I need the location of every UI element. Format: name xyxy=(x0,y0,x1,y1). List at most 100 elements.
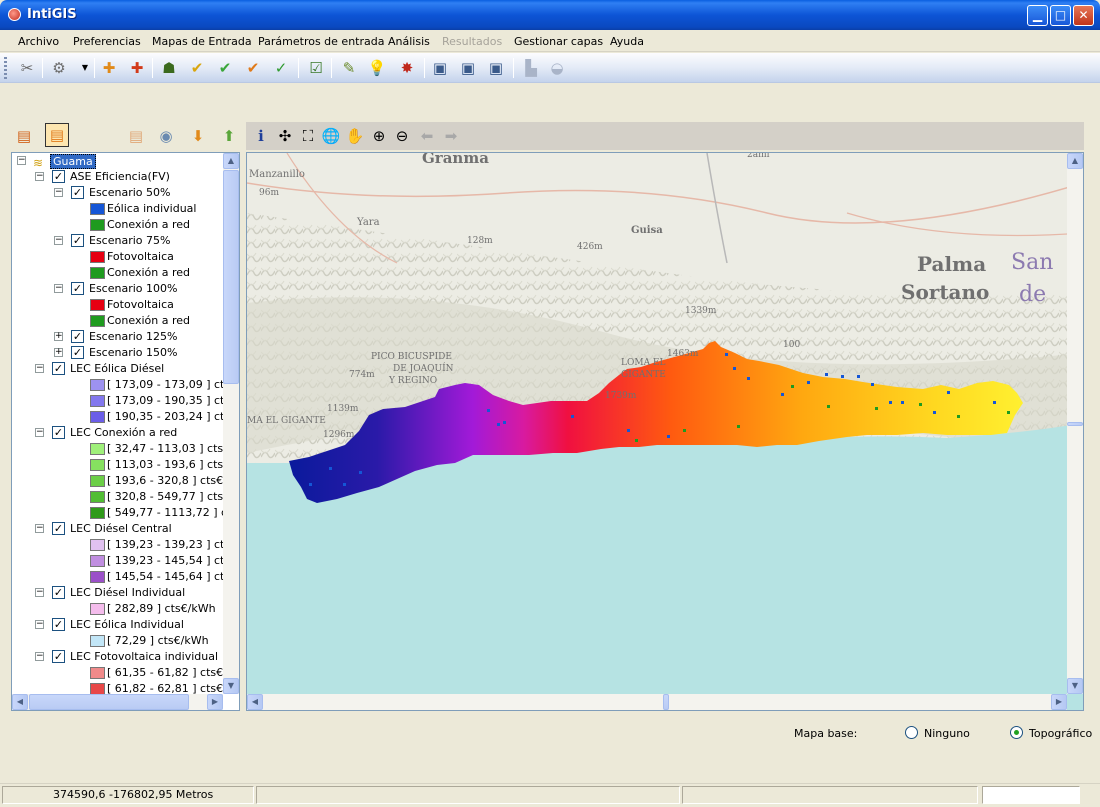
zoom-out-icon[interactable]: ⊖ xyxy=(391,125,413,147)
layer-checkbox[interactable]: ✓ xyxy=(52,586,65,599)
layer-checkbox[interactable]: ✓ xyxy=(71,234,84,247)
layer-checkbox[interactable]: ✓ xyxy=(52,426,65,439)
window-layout-1-icon[interactable]: ▣ xyxy=(429,57,451,79)
pencil-edit-icon[interactable]: ✎ xyxy=(338,57,360,79)
legend-swatch xyxy=(90,251,105,263)
collapse-icon[interactable]: − xyxy=(35,524,44,533)
scroll-left-button[interactable]: ◀ xyxy=(247,694,263,710)
zoom-full-extent-icon[interactable]: ✣ xyxy=(274,125,296,147)
scroll-down-button[interactable]: ▼ xyxy=(223,678,239,694)
legend-swatch xyxy=(90,635,105,647)
scroll-right-button[interactable]: ▶ xyxy=(207,694,223,710)
menu-bar: Archivo Preferencias Mapas de Entrada Pa… xyxy=(0,30,1100,52)
identify-info-icon[interactable]: ℹ xyxy=(250,125,272,147)
remove-layer-icon[interactable]: ▤ xyxy=(125,125,147,147)
layer-checkbox[interactable]: ✓ xyxy=(52,362,65,375)
collapse-icon[interactable]: − xyxy=(35,364,44,373)
layer-checkbox[interactable]: ✓ xyxy=(52,618,65,631)
expand-icon[interactable]: + xyxy=(54,348,63,357)
place-guisa: Guisa xyxy=(631,225,663,236)
menu-ayuda[interactable]: Ayuda xyxy=(610,35,644,48)
toolbar-grip[interactable] xyxy=(4,57,7,79)
seal-icon[interactable]: ✸ xyxy=(396,57,418,79)
collapse-icon[interactable]: − xyxy=(54,236,63,245)
load-layers-icon[interactable]: ▤ xyxy=(45,123,69,147)
basemap-none-label[interactable]: Ninguno xyxy=(924,727,970,740)
collapse-icon[interactable]: − xyxy=(54,188,63,197)
menu-mapas-de-entrada[interactable]: Mapas de Entrada xyxy=(152,35,252,48)
user-edit-icon[interactable]: ☗ xyxy=(158,57,180,79)
scroll-left-button[interactable]: ◀ xyxy=(12,694,28,710)
collapse-icon[interactable]: − xyxy=(35,620,44,629)
check-green-icon[interactable]: ✔ xyxy=(214,57,236,79)
layer-checkbox[interactable]: ✓ xyxy=(52,522,65,535)
tree-horizontal-scrollbar[interactable]: ◀ ▶ xyxy=(12,694,223,710)
tools-icon[interactable]: ✂ xyxy=(16,57,38,79)
scroll-thumb[interactable] xyxy=(1067,422,1083,426)
scroll-right-button[interactable]: ▶ xyxy=(1051,694,1067,710)
collapse-icon[interactable]: − xyxy=(54,284,63,293)
layer-label: Escenario 125% xyxy=(89,330,178,343)
collapse-icon[interactable]: − xyxy=(35,428,44,437)
move-layer-down-icon[interactable]: ⬇ xyxy=(187,125,209,147)
save-layers-icon[interactable]: ▤ xyxy=(13,125,35,147)
basemap-topographic-label[interactable]: Topográfico xyxy=(1029,727,1092,740)
lightbulb-icon[interactable]: 💡 xyxy=(366,57,388,79)
layer-checkbox[interactable]: ✓ xyxy=(52,170,65,183)
menu-archivo[interactable]: Archivo xyxy=(18,35,59,48)
scroll-thumb[interactable] xyxy=(29,694,189,710)
layer-checkbox[interactable]: ✓ xyxy=(71,330,84,343)
zoom-in-icon[interactable]: ⊕ xyxy=(368,125,390,147)
settings-gear-icon[interactable]: ⚙ xyxy=(48,57,70,79)
clipboard-check-icon[interactable]: ☑ xyxy=(305,57,327,79)
globe-icon[interactable]: 🌐 xyxy=(320,125,342,147)
add-layer-icon[interactable]: ✚ xyxy=(98,57,120,79)
minimize-button[interactable]: ▁ xyxy=(1027,5,1048,26)
map-horizontal-scrollbar[interactable]: ◀ ▶ xyxy=(247,694,1067,710)
dropdown-arrow-icon[interactable]: ▼ xyxy=(74,57,96,79)
scroll-up-button[interactable]: ▲ xyxy=(1067,153,1083,169)
scroll-thumb[interactable] xyxy=(663,694,669,710)
scroll-thumb[interactable] xyxy=(223,170,239,384)
layer-label: Escenario 100% xyxy=(89,282,178,295)
menu-parametros-de-entrada[interactable]: Parámetros de entrada xyxy=(258,35,384,48)
basemap-none-radio[interactable] xyxy=(905,726,918,739)
window-layout-2-icon[interactable]: ▣ xyxy=(457,57,479,79)
legend-swatch xyxy=(90,603,105,615)
zoom-extent-icon[interactable]: ⛶ xyxy=(297,125,319,147)
check-orange-icon[interactable]: ✔ xyxy=(242,57,264,79)
pan-hand-icon[interactable]: ✋ xyxy=(344,125,366,147)
collapse-icon[interactable]: − xyxy=(35,588,44,597)
expand-icon[interactable]: + xyxy=(54,332,63,341)
window-layout-3-icon[interactable]: ▣ xyxy=(485,57,507,79)
scroll-up-button[interactable]: ▲ xyxy=(223,153,239,169)
menu-preferencias[interactable]: Preferencias xyxy=(73,35,141,48)
layer-checkbox[interactable]: ✓ xyxy=(71,186,84,199)
add-layer-red-icon[interactable]: ✚ xyxy=(126,57,148,79)
layer-label: Escenario 75% xyxy=(89,234,171,247)
legend-label: Fotovoltaica xyxy=(107,250,174,263)
menu-analisis[interactable]: Análisis xyxy=(388,35,430,48)
menu-gestionar-capas[interactable]: Gestionar capas xyxy=(514,35,603,48)
layer-checkbox[interactable]: ✓ xyxy=(71,346,84,359)
collapse-icon[interactable]: − xyxy=(17,156,26,165)
tree-vertical-scrollbar[interactable]: ▲ ▼ xyxy=(223,153,239,694)
collapse-icon[interactable]: − xyxy=(35,172,44,181)
legend-swatch xyxy=(90,267,105,279)
check-mark-icon[interactable]: ✓ xyxy=(270,57,292,79)
place-1139m: 1139m xyxy=(327,404,359,414)
check-yellow-icon[interactable]: ✔ xyxy=(186,57,208,79)
tree-root-label: Guama xyxy=(50,154,96,169)
layer-checkbox[interactable]: ✓ xyxy=(52,650,65,663)
visibility-eye-icon[interactable]: ◉ xyxy=(155,125,177,147)
maximize-button[interactable]: □ xyxy=(1050,5,1071,26)
layer-checkbox[interactable]: ✓ xyxy=(71,282,84,295)
map-vertical-scrollbar[interactable]: ▲ ▼ xyxy=(1067,153,1083,694)
move-layer-up-icon[interactable]: ⬆ xyxy=(218,125,240,147)
basemap-topographic-radio[interactable] xyxy=(1010,726,1023,739)
map-view[interactable]: Granma Manzanillo 96m Yara 128m 426m Gui… xyxy=(246,152,1084,711)
close-button[interactable]: ✕ xyxy=(1073,5,1094,26)
collapse-icon[interactable]: − xyxy=(35,652,44,661)
layer-tree[interactable]: − ≋ Guama − ✓ ASE Eficiencia(FV) − ✓ Escenario 5… xyxy=(11,152,240,711)
scroll-down-button[interactable]: ▼ xyxy=(1067,678,1083,694)
